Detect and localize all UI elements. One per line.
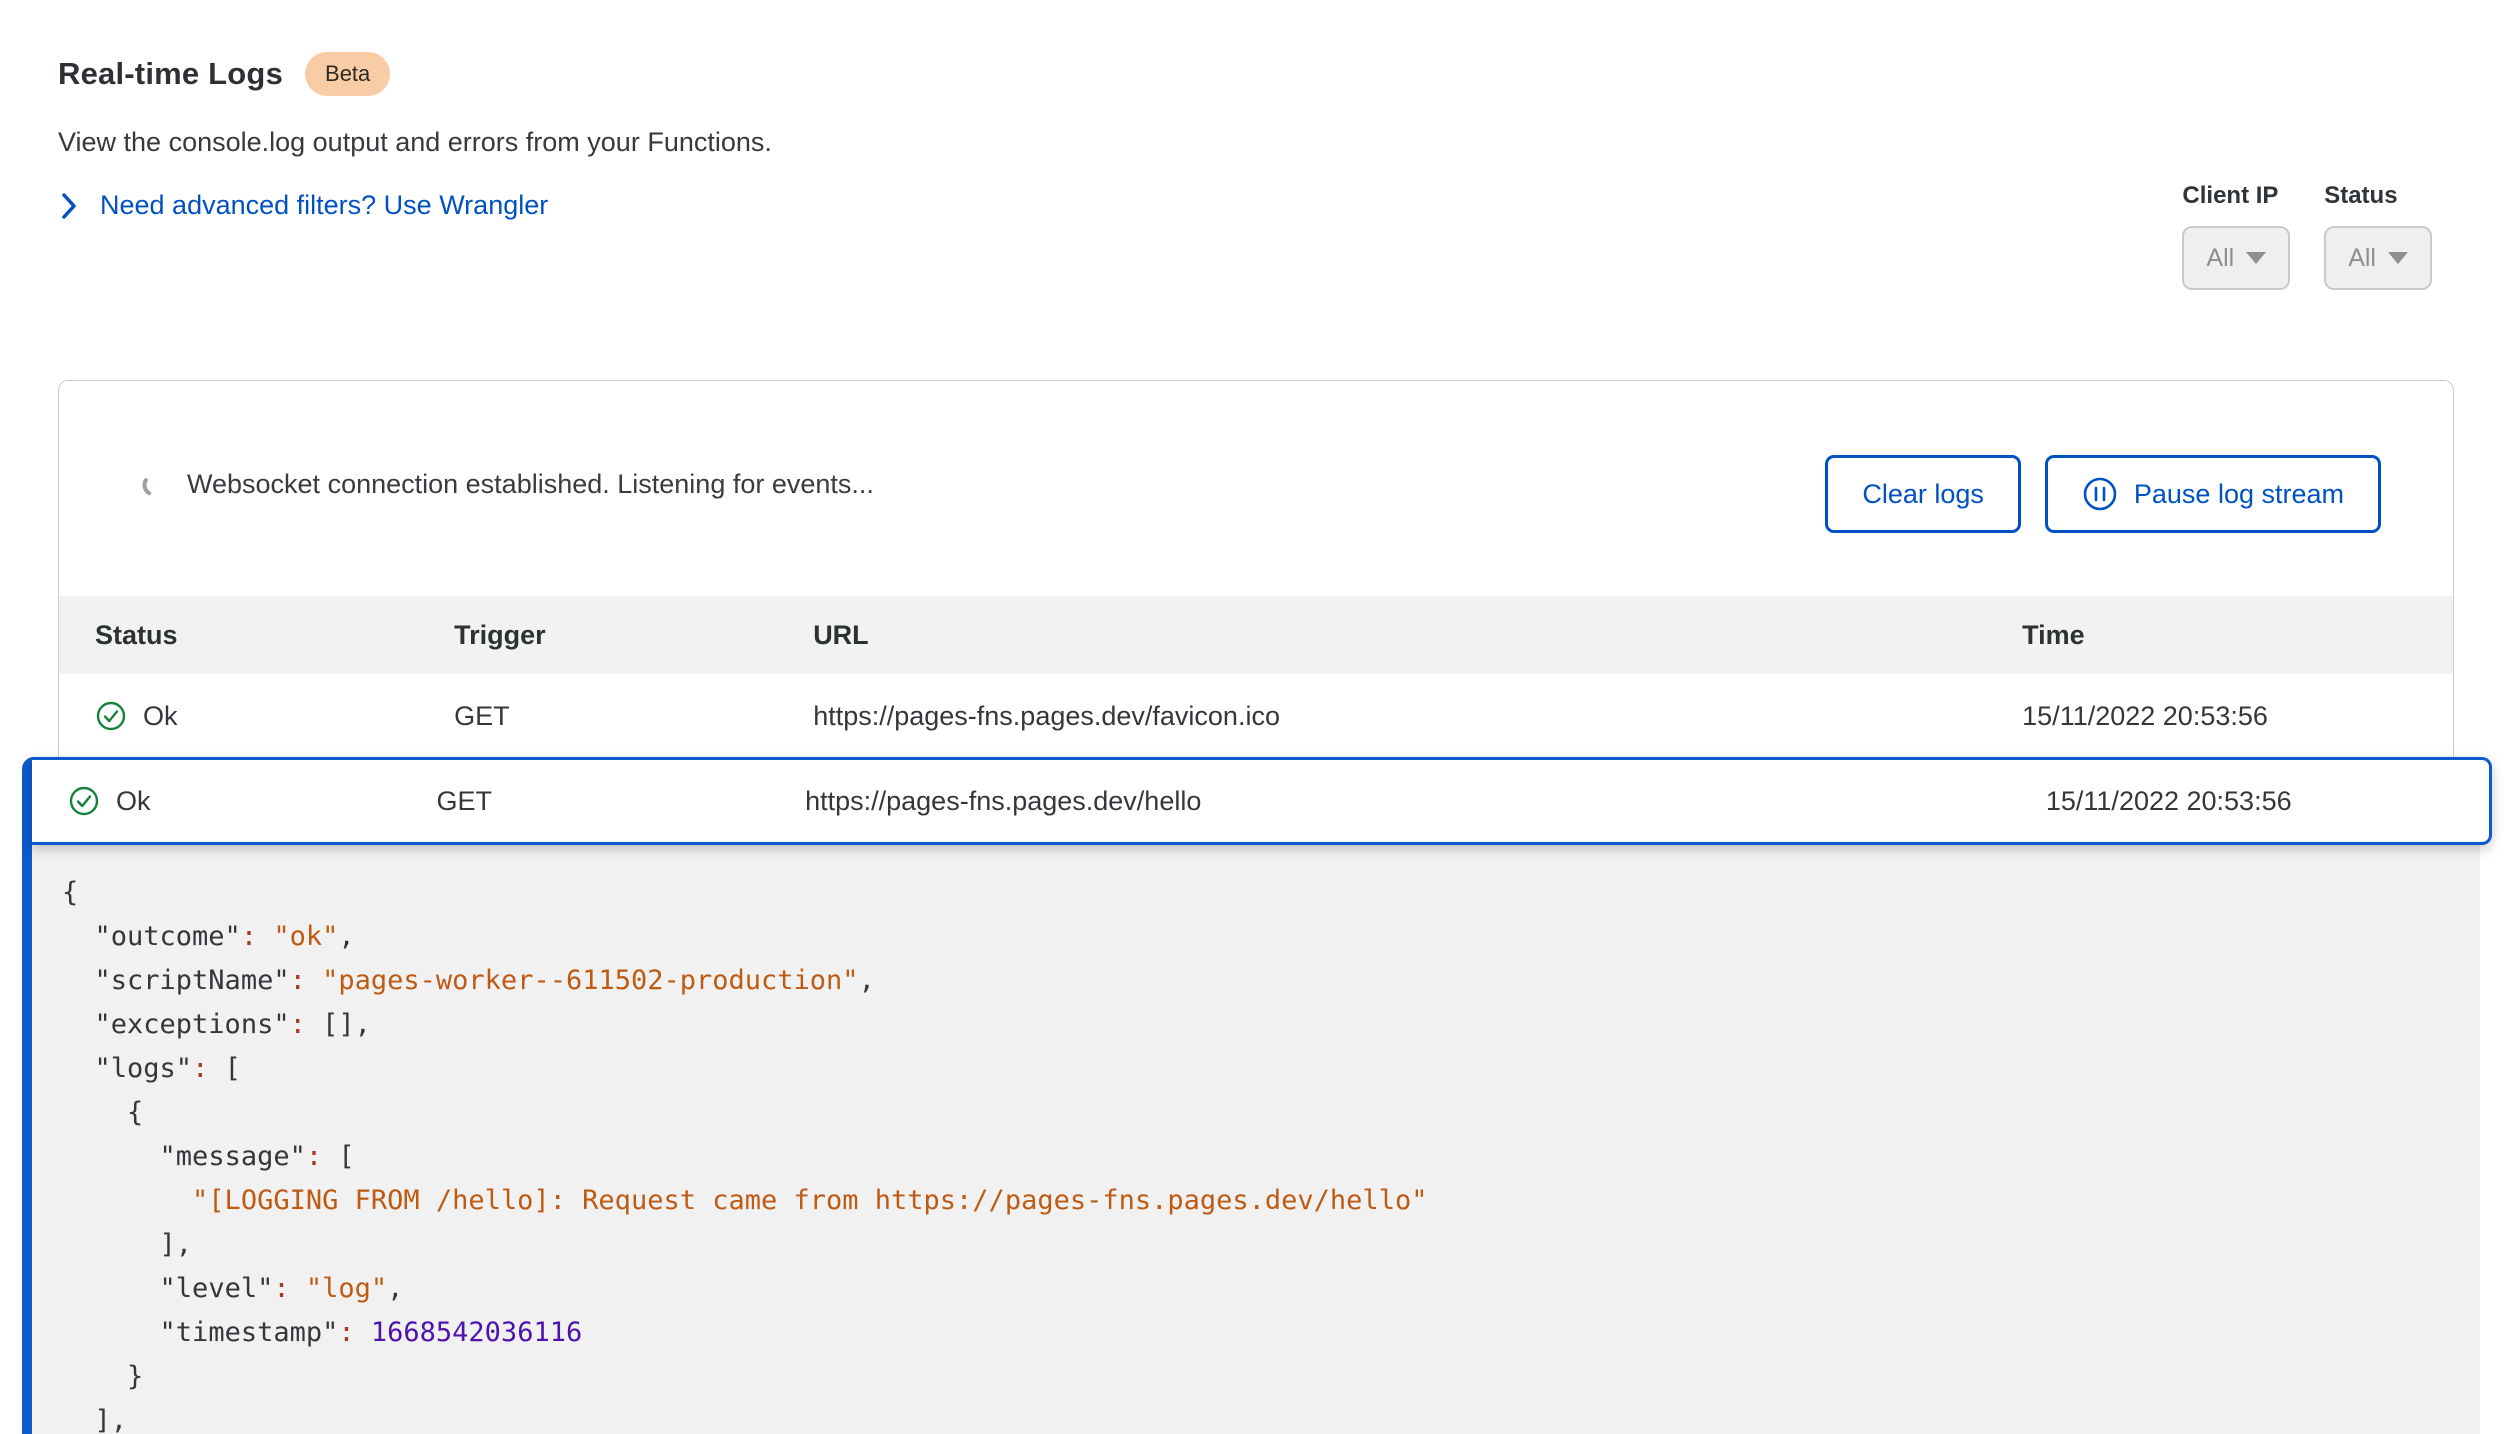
json-code-line: "message": [	[62, 1135, 2460, 1179]
row-status-label: Ok	[143, 701, 178, 732]
pause-log-stream-label: Pause log stream	[2134, 479, 2344, 510]
status-filter-label: Status	[2324, 182, 2432, 210]
row-url-cell: https://pages-fns.pages.dev/favicon.ico	[777, 701, 1986, 732]
column-header-time: Time	[1986, 620, 2453, 651]
clear-logs-button[interactable]: Clear logs	[1825, 455, 2021, 533]
json-code-line: "[LOGGING FROM /hello]: Request came fro…	[62, 1179, 2460, 1223]
json-code-line: "timestamp": 1668542036116	[62, 1311, 2460, 1355]
status-filter-dropdown[interactable]: All	[2324, 226, 2432, 290]
row-time-cell: 15/11/2022 20:53:56	[1986, 701, 2453, 732]
page-header: Real-time Logs Beta	[58, 52, 390, 96]
json-code-line: "outcome": "ok",	[62, 915, 2460, 959]
caret-down-icon	[2246, 252, 2266, 264]
json-code-line: "level": "log",	[62, 1267, 2460, 1311]
json-code-line: ],	[62, 1399, 2460, 1434]
websocket-status-message: Websocket connection established. Listen…	[187, 469, 874, 500]
row-time-cell: 15/11/2022 20:53:56	[2010, 786, 2489, 817]
row-trigger-cell: GET	[401, 786, 770, 817]
log-stream-panel: Websocket connection established. Listen…	[58, 380, 2454, 757]
status-filter-group: Status All	[2324, 182, 2432, 290]
pause-circle-icon	[2082, 476, 2118, 512]
websocket-status: Websocket connection established. Listen…	[141, 469, 874, 500]
column-header-status: Status	[59, 620, 418, 651]
column-header-url: URL	[777, 620, 1986, 651]
caret-down-icon	[2388, 252, 2408, 264]
expanded-log-entry: Ok GET https://pages-fns.pages.dev/hello…	[22, 757, 2492, 1434]
row-status-cell: Ok	[59, 700, 418, 732]
json-code-line: "logs": [	[62, 1047, 2460, 1091]
json-code-line: }	[62, 1355, 2460, 1399]
row-status-cell: Ok	[32, 785, 401, 817]
selected-log-table-row[interactable]: Ok GET https://pages-fns.pages.dev/hello…	[32, 757, 2492, 845]
client-ip-filter-label: Client IP	[2182, 182, 2290, 210]
client-ip-filter-value: All	[2206, 244, 2234, 273]
row-trigger-cell: GET	[418, 701, 777, 732]
log-detail-json-viewer: { "outcome": "ok", "scriptName": "pages-…	[32, 845, 2480, 1434]
wrangler-advanced-filters-link[interactable]: Need advanced filters? Use Wrangler	[60, 190, 548, 221]
json-code-line: ],	[62, 1223, 2460, 1267]
client-ip-filter-group: Client IP All	[2182, 182, 2290, 290]
page-subtitle: View the console.log output and errors f…	[58, 127, 772, 158]
beta-badge: Beta	[305, 52, 390, 96]
wrangler-link-label: Need advanced filters? Use Wrangler	[100, 190, 548, 221]
log-table-header: Status Trigger URL Time	[59, 596, 2453, 674]
json-code-line: "scriptName": "pages-worker--611502-prod…	[62, 959, 2460, 1003]
chevron-right-icon	[60, 191, 78, 221]
success-check-icon	[68, 785, 100, 817]
json-code-line: {	[62, 871, 2460, 915]
realtime-logs-page: Real-time Logs Beta View the console.log…	[0, 0, 2508, 1434]
success-check-icon	[95, 700, 127, 732]
clear-logs-label: Clear logs	[1862, 479, 1984, 510]
log-table-row[interactable]: Ok GET https://pages-fns.pages.dev/favic…	[59, 674, 2453, 758]
column-header-trigger: Trigger	[418, 620, 777, 651]
json-code-line: {	[62, 1091, 2460, 1135]
log-toolbar-buttons: Clear logs Pause log stream	[1825, 455, 2381, 533]
json-code-line: "exceptions": [],	[62, 1003, 2460, 1047]
client-ip-filter-dropdown[interactable]: All	[2182, 226, 2290, 290]
page-title: Real-time Logs	[58, 56, 283, 92]
status-filter-value: All	[2348, 244, 2376, 273]
row-url-cell: https://pages-fns.pages.dev/hello	[769, 786, 2010, 817]
pause-log-stream-button[interactable]: Pause log stream	[2045, 455, 2381, 533]
loading-spinner-icon	[141, 472, 167, 498]
log-filters: Client IP All Status All	[2182, 182, 2432, 290]
row-status-label: Ok	[116, 786, 151, 817]
